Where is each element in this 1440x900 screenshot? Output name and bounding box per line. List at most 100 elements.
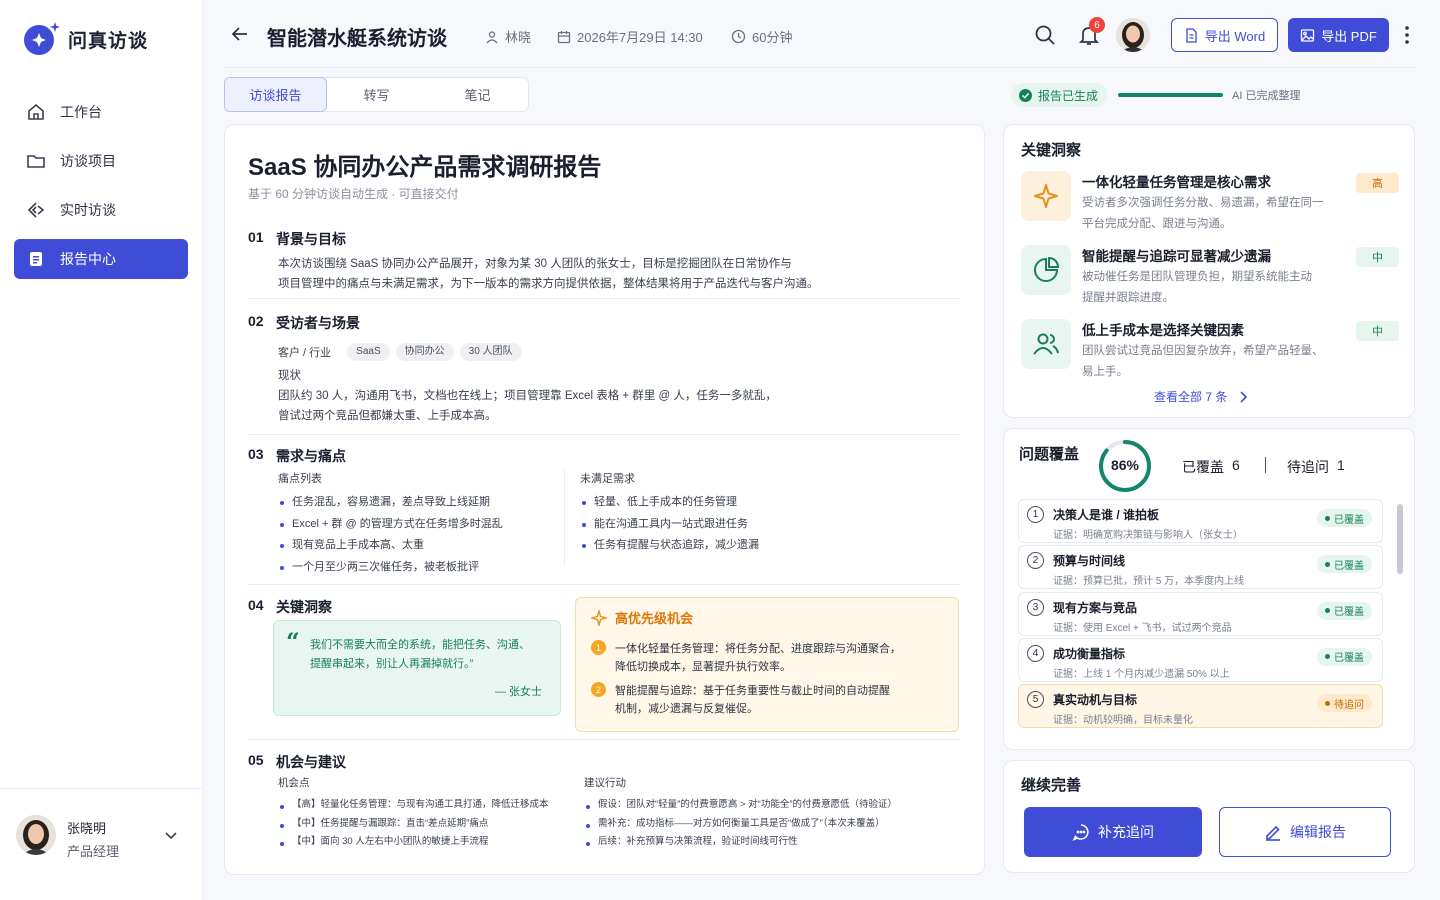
search-icon[interactable] [1029, 19, 1061, 51]
pending-value: 1 [1337, 457, 1345, 473]
question-number: 1 [1027, 506, 1044, 523]
section-number: 02 [248, 313, 264, 329]
divider [248, 434, 960, 435]
nav-item-live[interactable]: 实时访谈 [14, 190, 188, 230]
coverage-question-row[interactable]: 5 真实动机与目标 证据：动机较明确，目标未量化 待追问 [1018, 684, 1383, 729]
export-word-button[interactable]: 导出 Word [1171, 18, 1278, 52]
client-label: 客户 / 行业 [278, 347, 332, 359]
coverage-question-row[interactable]: 4 成功衡量指标 证据：上线 1 个月内减少遗漏 50% 以上 已覆盖 [1018, 637, 1383, 682]
actions-label: 建议行动 [584, 777, 626, 789]
need-items: 轻量、低上手成本的任务管理 能在沟通工具内一站式跟进任务 任务有提醒与状态追踪，减少… [580, 492, 940, 557]
nav-item-reports[interactable]: 报告中心 [14, 239, 188, 279]
desc-line: 易上手。 [1082, 366, 1128, 378]
check-circle-icon [1019, 88, 1032, 102]
opportunity-items: 【高】轻量化任务管理：与现有沟通工具打通，降低迁移成本 【中】任务提醒与漏跟踪：直… [278, 796, 578, 852]
folder-icon [26, 151, 46, 171]
question-title: 预算与时间线 [1053, 554, 1126, 569]
user-profile[interactable]: 张晓明 产品经理 [0, 788, 203, 900]
edit-report-button[interactable]: 编辑报告 [1219, 807, 1391, 857]
nav-label: 访谈项目 [60, 153, 116, 169]
opp-line: 智能提醒与追踪：基于任务重要性与截止时间的自动提醒 [615, 685, 890, 697]
chevron-down-icon[interactable] [163, 827, 179, 843]
list-item: 能在沟通工具内一站式跟进任务 [580, 514, 940, 536]
opp-line: 一体化轻量任务管理：将任务分配、进度跟踪与沟通聚合， [615, 643, 901, 655]
list-item: 现有竞品上手成本高、太重 [278, 535, 568, 557]
back-arrow-icon[interactable] [230, 24, 250, 44]
status-text: AI 已完成整理 [1232, 90, 1301, 102]
coverage-question-row[interactable]: 2 预算与时间线 证据：预算已批，预计 5 万，本季度内上线 已覆盖 [1018, 545, 1383, 590]
tab-transcript[interactable]: 转写 [326, 78, 427, 111]
status-dot [1325, 654, 1330, 660]
question-title: 真实动机与目标 [1053, 693, 1138, 708]
covered-count: 已覆盖 6 [1182, 457, 1240, 477]
page-title: 智能潜水艇系统访谈 [267, 28, 447, 50]
coverage-question-row[interactable]: 3 现有方案与竞品 证据：使用 Excel + 飞书，试过两个竞品 已覆盖 [1018, 591, 1383, 636]
status-dot [1325, 561, 1330, 567]
report-icon [26, 249, 46, 269]
tag: 30 人团队 [459, 343, 522, 361]
covered-value: 6 [1232, 457, 1240, 473]
coverage-question-row[interactable]: 1 决策人是谁 / 谁拍板 证据：明确宽购决策链与影响人（张女士） 已覆盖 [1018, 499, 1383, 543]
customer-quote: “ 我们不需要大而全的系统，能把任务、沟通、 提醒串起来，别让人再漏掉就行。” … [273, 620, 561, 716]
avatar [16, 815, 56, 855]
tag: 协同办公 [395, 343, 454, 361]
tag: SaaS [347, 343, 390, 361]
status-badge: 已覆盖 [1317, 647, 1372, 666]
scrollbar[interactable] [1397, 504, 1403, 574]
interview-datetime: 2026年7月29日 14:30 [577, 30, 703, 45]
covered-label: 已覆盖 [1182, 459, 1224, 475]
notification-badge: 6 [1089, 17, 1105, 33]
app-logo[interactable]: 问真访谈 [22, 20, 148, 58]
quote-line: 我们不需要大而全的系统，能把任务、沟通、 [310, 639, 530, 651]
key-insights-card: 关键洞察 一体化轻量任务管理是核心需求 受访者多次强调任务分散、易遗漏，希望在同… [1003, 124, 1415, 418]
nav-item-workspace[interactable]: 工作台 [14, 92, 188, 132]
insight-desc: 被动催任务是团队管理负担，期望系统能主动 提醒并跟踪进度。 [1082, 267, 1352, 309]
status-badge: 已覆盖 [1317, 509, 1372, 527]
clock-icon [731, 29, 746, 44]
interview-duration: 60分钟 [752, 30, 793, 45]
desc-line: 提醒并跟踪进度。 [1082, 292, 1174, 304]
list-item: 【中】任务提醒与漏跟踪：直击“差点延期”痛点 [278, 815, 578, 834]
actions-list: 建议行动 假设：团队对“轻量”的付费意愿高 > 对“功能全”的付费意愿低（待验证… [584, 775, 964, 852]
continue-card: 继续完善 补充追问 编辑报告 [1003, 760, 1415, 873]
followup-button[interactable]: 补充追问 [1024, 807, 1202, 857]
question-number: 4 [1027, 644, 1044, 662]
unmet-needs-list: 未满足需求 轻量、低上手成本的任务管理 能在沟通工具内一站式跟进任务 任务有提醒与状… [580, 470, 940, 557]
coverage-ring: 86% [1098, 439, 1152, 493]
sparkle-icon [1021, 171, 1071, 221]
datetime-meta: 2026年7月29日 14:30 [557, 27, 703, 46]
action-items: 假设：团队对“轻量”的付费意愿高 > 对“功能全”的付费意愿低（待验证） 需补充：… [584, 796, 964, 852]
insight-item[interactable]: 智能提醒与追踪可显著减少遗漏 被动催任务是团队管理负担，期望系统能主动 提醒并跟踪… [1021, 245, 1399, 317]
insight-item[interactable]: 低上手成本是选择关键因素 团队尝试过竞品但因复杂放弃，希望产品轻量、 易上手。 中 [1021, 319, 1399, 391]
quote-icon: “ [286, 627, 300, 656]
question-number: 2 [1027, 552, 1044, 570]
bell-icon[interactable]: 6 [1073, 17, 1105, 51]
divider [248, 739, 960, 740]
section-title: 机会与建议 [276, 754, 346, 770]
tab-notes[interactable]: 笔记 [427, 78, 528, 111]
divider [248, 584, 960, 585]
nav-item-projects[interactable]: 访谈项目 [14, 141, 188, 181]
more-icon[interactable] [1398, 19, 1416, 51]
insight-item[interactable]: 一体化轻量任务管理是核心需求 受访者多次强调任务分散、易遗漏，希望在同一 平台完成… [1021, 171, 1399, 243]
view-all-label: 查看全部 7 条 [1154, 390, 1228, 404]
desc-line: 团队尝试过竞品但因复杂放弃，希望产品轻量、 [1082, 345, 1324, 357]
status-text: 已覆盖 [1334, 607, 1364, 619]
interviewer-name: 林晓 [505, 30, 532, 45]
view-all-link[interactable]: 查看全部 7 条 [1154, 388, 1248, 405]
home-icon [26, 102, 46, 122]
chat-icon [1072, 823, 1090, 841]
export-pdf-button[interactable]: 导出 PDF [1288, 18, 1389, 52]
logo-icon [22, 20, 60, 58]
tab-report[interactable]: 访谈报告 [224, 77, 327, 112]
avatar[interactable] [1116, 18, 1150, 52]
status-text: 待追问 [1334, 699, 1364, 711]
status-text: 已覆盖 [1334, 560, 1364, 572]
desc-line: 被动催任务是团队管理负担，期望系统能主动 [1082, 271, 1312, 283]
calendar-icon [557, 30, 571, 44]
list-item: 需补充：成功指标——对方如何衡量工具是否“做成了”（本次未覆盖） [584, 815, 964, 834]
quote-text: 我们不需要大而全的系统，能把任务、沟通、 提醒串起来，别让人再漏掉就行。” [310, 636, 530, 674]
section-title: 关键洞察 [276, 599, 332, 615]
list-item: Excel + 群 @ 的管理方式在任务增多时混乱 [278, 514, 568, 536]
followup-label: 补充追问 [1098, 824, 1154, 840]
